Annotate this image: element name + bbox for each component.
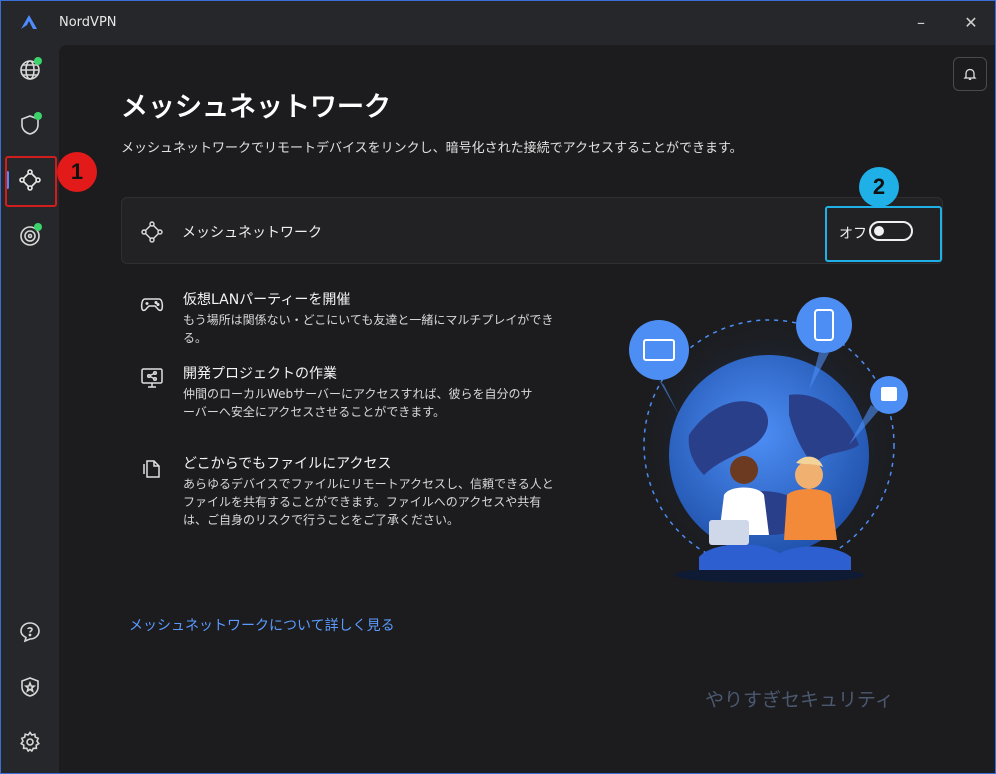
sidebar-item-globe[interactable] <box>11 51 49 89</box>
feature-title: 仮想LANパーティーを開催 <box>183 292 351 308</box>
gear-icon <box>20 731 40 753</box>
titlebar: NordVPN – ✕ <box>1 1 995 45</box>
sidebar-item-threat-protection[interactable] <box>11 106 49 144</box>
status-dot <box>34 112 42 120</box>
annotation-highlight-meshnet <box>5 156 57 207</box>
app-window: NordVPN – ✕ メッシュネットワーク メッシュネットワークでリモートデバ… <box>0 0 996 774</box>
status-dot <box>34 223 42 231</box>
shield-star-icon <box>21 677 39 697</box>
learn-more-link[interactable]: メッシュネットワークについて詳しく見る <box>129 615 395 635</box>
page-description: メッシュネットワークでリモートデバイスをリンクし、暗号化された接続でアクセスする… <box>121 141 743 156</box>
files-icon <box>143 460 160 478</box>
annotation-badge-1: 1 <box>57 152 97 192</box>
toggle-state-label: オフ <box>839 226 867 242</box>
meshnet-toggle[interactable] <box>869 221 913 241</box>
sidebar-item-premium[interactable] <box>11 668 49 706</box>
toggle-knob <box>874 226 884 236</box>
feature-description: もう場所は関係ない・どこにいても友達と一緒にマルチプレイができる。 <box>183 313 554 345</box>
gamepad-icon <box>140 298 164 312</box>
page-title: メッシュネットワーク <box>121 92 391 123</box>
nordvpn-logo-icon <box>21 15 37 29</box>
feature-item: 開発プロジェクトの作業 仲間のローカルWebサーバーにアクセスすれば、彼らを自分… <box>139 363 579 419</box>
close-button[interactable]: ✕ <box>959 9 983 37</box>
minimize-button[interactable]: – <box>909 9 933 37</box>
help-icon <box>20 622 40 643</box>
sidebar-item-darkweb-monitor[interactable] <box>11 217 49 255</box>
meshnet-card: メッシュネットワーク <box>121 197 943 264</box>
sidebar-item-help[interactable] <box>11 613 49 651</box>
watermark-text: やりすぎセキュリティ <box>705 689 894 711</box>
status-dot <box>34 57 42 65</box>
annotation-badge-2: 2 <box>859 167 899 207</box>
feature-description: 仲間のローカルWebサーバーにアクセスすれば、彼らを自分のサーバーへ安全にアクセ… <box>183 387 533 419</box>
sidebar <box>1 45 59 773</box>
feature-item: どこからでもファイルにアクセス あらゆるデバイスでファイルにリモートアクセスし、… <box>139 453 579 527</box>
feature-description: あらゆるデバイスでファイルにリモートアクセスし、信頼できる人とファイルを共有する… <box>183 477 554 527</box>
meshnet-icon <box>141 221 163 243</box>
monitor-share-icon <box>141 368 163 388</box>
notifications-button[interactable] <box>953 57 987 91</box>
meshnet-illustration <box>624 297 909 585</box>
feature-title: どこからでもファイルにアクセス <box>183 456 392 472</box>
feature-title: 開発プロジェクトの作業 <box>183 366 337 382</box>
sidebar-item-settings[interactable] <box>11 723 49 761</box>
feature-item: 仮想LANパーティーを開催 もう場所は関係ない・どこにいても友達と一緒にマルチプ… <box>139 289 579 345</box>
main-panel: メッシュネットワーク メッシュネットワークでリモートデバイスをリンクし、暗号化さ… <box>59 45 995 773</box>
app-title: NordVPN <box>59 15 117 30</box>
meshnet-label: メッシュネットワーク <box>182 225 322 241</box>
bell-icon <box>963 68 977 80</box>
